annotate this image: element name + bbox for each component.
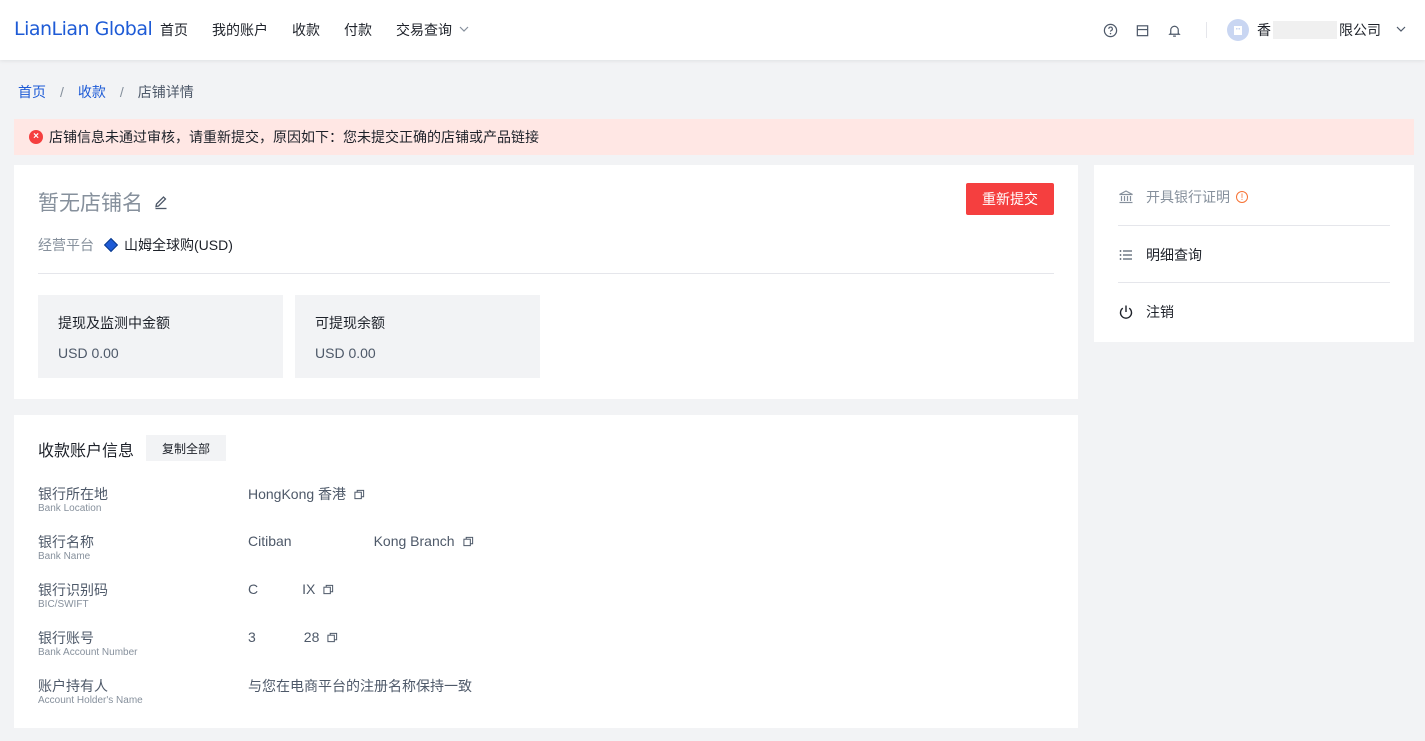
row-label: 账户持有人	[38, 678, 108, 694]
store-name-row: 暂无店铺名	[38, 187, 169, 217]
chevron-down-icon	[1395, 22, 1407, 38]
store-name: 暂无店铺名	[38, 192, 143, 215]
nav-item-label: 我的账户	[212, 22, 268, 38]
breadcrumb: 首页 / 收款 / 店铺详情	[18, 82, 194, 102]
nav-item-transactions[interactable]: 交易查询	[396, 20, 470, 40]
breadcrumb-separator: /	[119, 84, 124, 100]
side-actions-card: 开具银行证明 ! 明细查询 注销	[1094, 165, 1414, 342]
company-name-suffix: 限公司	[1339, 22, 1381, 38]
copy-icon[interactable]	[354, 489, 365, 500]
row-label-en: Account Holder's Name	[38, 695, 143, 706]
row-value-text: C	[248, 581, 259, 597]
row-value-text: 28	[303, 629, 320, 645]
breadcrumb-receive[interactable]: 收款	[78, 82, 106, 102]
breadcrumb-home[interactable]: 首页	[18, 82, 46, 102]
platform-logo-icon	[103, 237, 119, 253]
redacted-block	[291, 532, 374, 550]
stat-value: USD 0.00	[315, 345, 376, 361]
platform-value: 山姆全球购(USD)	[124, 237, 233, 253]
side-item-deregister[interactable]: 注销	[1118, 283, 1390, 340]
row-value-text: 与您在电商平台的注册名称保持一致	[248, 678, 472, 694]
calendar-icon[interactable]	[1134, 22, 1150, 38]
nav-item-pay[interactable]: 付款	[344, 20, 372, 40]
nav-item-my-account[interactable]: 我的账户	[212, 20, 268, 40]
side-item-label: 开具银行证明	[1146, 188, 1230, 205]
copy-all-button[interactable]: 复制全部	[146, 435, 226, 461]
row-label-en: BIC/SWIFT	[38, 599, 89, 610]
copy-icon[interactable]	[462, 536, 474, 547]
account-info-card: 收款账户信息 复制全部 银行所在地 Bank Location HongKong…	[14, 415, 1078, 728]
chevron-down-icon	[458, 22, 470, 38]
redacted-block	[255, 628, 304, 646]
divider	[38, 273, 1054, 274]
error-icon: ×	[29, 130, 43, 144]
stat-withdrawable-balance: 可提现余额 USD 0.00	[295, 295, 540, 378]
row-value-text: Kong Branch	[373, 533, 455, 549]
platform-row: 经营平台 山姆全球购(USD)	[38, 235, 233, 255]
row-label-en: Bank Location	[38, 503, 102, 514]
company-name-prefix: 香	[1257, 22, 1271, 38]
nav-item-home[interactable]: 首页	[160, 20, 188, 40]
row-label: 银行名称	[38, 534, 94, 550]
row-label: 银行识别码	[38, 582, 108, 598]
rejection-alert: × 店铺信息未通过审核，请重新提交，原因如下：您未提交正确的店铺或产品链接	[14, 119, 1414, 155]
stat-title: 可提现余额	[315, 315, 385, 331]
account-row-account-number: 银行账号 Bank Account Number 3 28	[38, 628, 1038, 668]
side-item-label: 明细查询	[1146, 246, 1202, 263]
redacted-block	[1273, 21, 1337, 39]
divider	[1206, 22, 1207, 38]
platform-label: 经营平台	[38, 237, 94, 253]
row-value-text: HongKong 香港	[248, 486, 347, 502]
resubmit-button[interactable]: 重新提交	[966, 183, 1054, 215]
account-row-swift: 银行识别码 BIC/SWIFT C IX	[38, 580, 1038, 620]
help-icon[interactable]	[1102, 22, 1118, 38]
bank-icon	[1118, 189, 1134, 205]
row-label: 银行账号	[38, 630, 94, 646]
company-switcher[interactable]: 香 限公司	[1257, 20, 1407, 40]
info-warning-icon: !	[1236, 190, 1248, 203]
nav-item-label: 交易查询	[396, 22, 452, 38]
avatar[interactable]	[1227, 19, 1249, 41]
row-label: 银行所在地	[38, 486, 108, 502]
stat-monitoring-amount: 提现及监测中金额 USD 0.00	[38, 295, 283, 378]
breadcrumb-separator: /	[60, 84, 64, 100]
main-nav: 首页 我的账户 收款 付款 交易查询	[160, 0, 494, 60]
brand-logo[interactable]: LianLian Global	[14, 18, 153, 40]
row-label-en: Bank Account Number	[38, 647, 138, 658]
copy-icon[interactable]	[323, 584, 334, 595]
redacted-block	[258, 580, 303, 598]
row-value: 3 28	[248, 628, 338, 646]
power-icon	[1118, 304, 1134, 320]
row-value-text: 3	[248, 629, 256, 645]
list-icon	[1118, 247, 1134, 263]
row-label-en: Bank Name	[38, 551, 91, 562]
nav-item-receive[interactable]: 收款	[292, 20, 320, 40]
row-value: C IX	[248, 580, 334, 598]
row-value-text: Citiban	[248, 533, 292, 549]
store-info-card: 暂无店铺名 重新提交 经营平台 山姆全球购(USD) 提现及监测中金额 USD …	[14, 165, 1078, 399]
side-item-details-query[interactable]: 明细查询	[1118, 226, 1390, 283]
row-value: 与您在电商平台的注册名称保持一致	[248, 676, 472, 696]
top-right-actions: 香 限公司	[1086, 0, 1407, 60]
alert-message: 店铺信息未通过审核，请重新提交，原因如下：您未提交正确的店铺或产品链接	[49, 129, 539, 145]
side-item-label: 注销	[1146, 303, 1174, 320]
stat-value: USD 0.00	[58, 345, 119, 361]
row-value: HongKong 香港	[248, 484, 365, 504]
account-info-title: 收款账户信息	[38, 443, 135, 460]
breadcrumb-current: 店铺详情	[137, 84, 194, 100]
account-row-bank-location: 银行所在地 Bank Location HongKong 香港	[38, 484, 1038, 524]
nav-item-label: 首页	[160, 22, 188, 38]
bell-icon[interactable]	[1166, 22, 1182, 38]
nav-item-label: 收款	[292, 22, 320, 38]
nav-item-label: 付款	[344, 22, 372, 38]
account-row-holder-name: 账户持有人 Account Holder's Name 与您在电商平台的注册名称…	[38, 676, 1038, 716]
edit-icon[interactable]	[153, 194, 169, 210]
copy-icon[interactable]	[327, 632, 338, 643]
stat-title: 提现及监测中金额	[58, 315, 170, 331]
row-value-text: IX	[302, 581, 316, 597]
row-value: Citiban Kong Branch	[248, 532, 474, 550]
side-item-bank-certificate[interactable]: 开具银行证明 !	[1118, 168, 1390, 225]
top-nav-bar: LianLian Global 首页 我的账户 收款 付款 交易查询 香 限公司	[0, 0, 1425, 60]
account-row-bank-name: 银行名称 Bank Name Citiban Kong Branch	[38, 532, 1038, 572]
